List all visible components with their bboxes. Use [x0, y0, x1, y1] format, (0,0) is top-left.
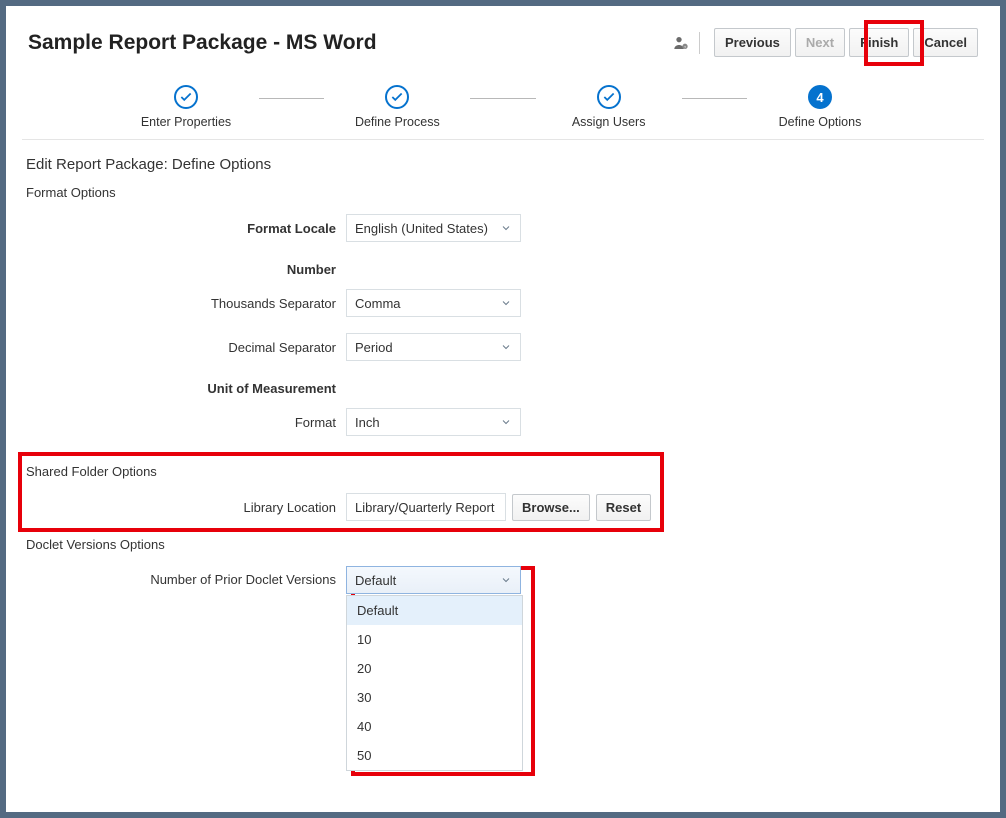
thousands-separator-label: Thousands Separator	[6, 296, 346, 311]
dropdown-option-50[interactable]: 50	[347, 741, 522, 770]
thousands-separator-select[interactable]: Comma	[346, 289, 521, 317]
decimal-separator-select[interactable]: Period	[346, 333, 521, 361]
doclet-versions-heading: Doclet Versions Options	[6, 531, 1000, 566]
shared-folder-heading: Shared Folder Options	[6, 452, 1000, 493]
divider	[22, 139, 984, 140]
page-title: Sample Report Package - MS Word	[28, 31, 673, 55]
select-value: Period	[355, 340, 393, 355]
format-select[interactable]: Inch	[346, 408, 521, 436]
step-define-options[interactable]: 4 Define Options	[779, 85, 862, 129]
prior-doclet-versions-label: Number of Prior Doclet Versions	[6, 566, 346, 587]
chevron-down-icon	[500, 341, 512, 353]
chevron-down-icon	[500, 222, 512, 234]
reset-button[interactable]: Reset	[596, 494, 651, 521]
wizard-stepper: Enter Properties Define Process Assign U…	[6, 85, 1000, 129]
step-label: Assign Users	[572, 115, 646, 129]
previous-button[interactable]: Previous	[714, 28, 791, 57]
format-locale-label: Format Locale	[6, 221, 346, 236]
prior-doclet-versions-select[interactable]: Default Default 10 20 30 40 50	[346, 566, 521, 594]
dropdown-option-40[interactable]: 40	[347, 712, 522, 741]
prior-doclet-dropdown: Default 10 20 30 40 50	[346, 595, 523, 771]
step-assign-users[interactable]: Assign Users	[572, 85, 646, 129]
format-locale-select[interactable]: English (United States)	[346, 214, 521, 242]
section-heading: Edit Report Package: Define Options	[6, 150, 1000, 181]
library-location-input[interactable]	[346, 493, 506, 521]
finish-button[interactable]: Finish	[849, 28, 909, 57]
format-options-heading: Format Options	[6, 181, 1000, 214]
chevron-down-icon	[500, 574, 512, 586]
step-define-process[interactable]: Define Process	[355, 85, 440, 129]
select-value: Comma	[355, 296, 401, 311]
step-enter-properties[interactable]: Enter Properties	[141, 85, 231, 129]
dropdown-option-10[interactable]: 10	[347, 625, 522, 654]
next-button: Next	[795, 28, 845, 57]
format-label: Format	[6, 415, 346, 430]
step-label: Define Process	[355, 115, 440, 129]
step-label: Enter Properties	[141, 115, 231, 129]
select-value: English (United States)	[355, 221, 488, 236]
dropdown-option-20[interactable]: 20	[347, 654, 522, 683]
unit-of-measurement-heading: Unit of Measurement	[6, 381, 346, 396]
browse-button[interactable]: Browse...	[512, 494, 590, 521]
user-status-icon: ?	[673, 35, 689, 51]
chevron-down-icon	[500, 297, 512, 309]
dropdown-option-default[interactable]: Default	[347, 596, 522, 625]
dropdown-option-30[interactable]: 30	[347, 683, 522, 712]
number-heading: Number	[6, 262, 346, 277]
cancel-button[interactable]: Cancel	[913, 28, 978, 57]
chevron-down-icon	[500, 416, 512, 428]
step-number: 4	[808, 85, 832, 109]
step-label: Define Options	[779, 115, 862, 129]
decimal-separator-label: Decimal Separator	[6, 340, 346, 355]
select-value: Inch	[355, 415, 380, 430]
library-location-label: Library Location	[6, 500, 346, 515]
select-value: Default	[355, 573, 396, 588]
header-divider	[699, 32, 700, 54]
